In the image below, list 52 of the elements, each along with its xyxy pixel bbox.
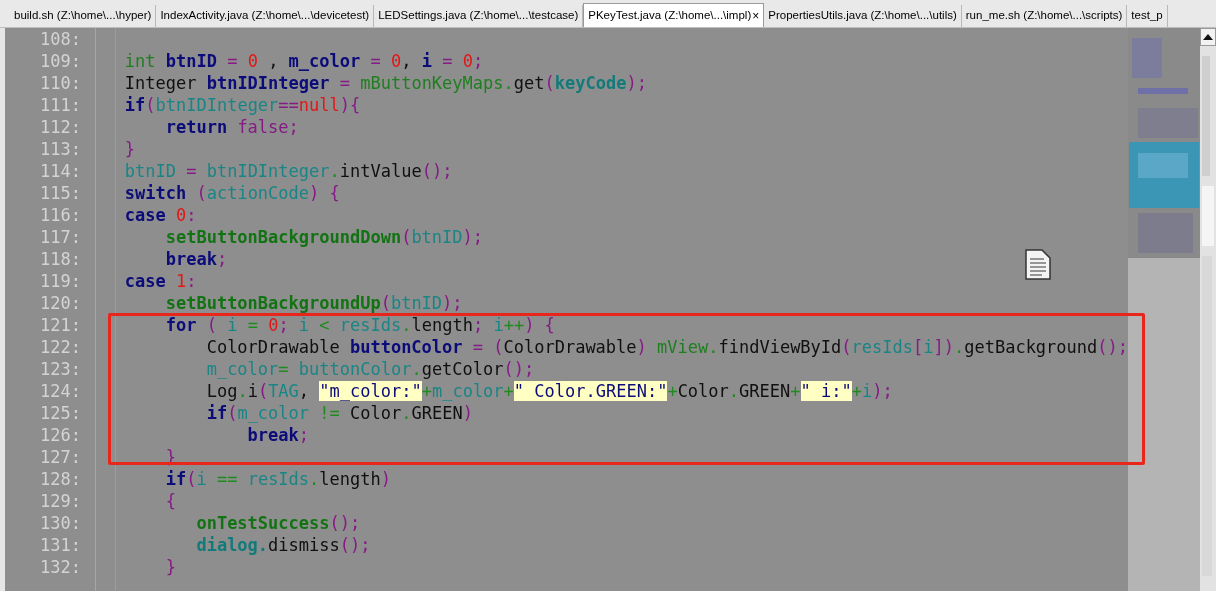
code-line: break; — [164, 249, 228, 269]
code-line: case 0: — [124, 205, 197, 225]
line-number: 119: — [40, 271, 81, 291]
line-number: 126: — [40, 425, 81, 445]
close-tab-icon[interactable]: × — [752, 6, 760, 25]
line-number: 115: — [40, 183, 81, 203]
document-icon[interactable] — [1024, 249, 1052, 280]
line-number: 125: — [40, 403, 81, 423]
code-line: Log.i(TAG, "m_color:"+m_color+" Color.GREEN:"+Color.GREEN+" i:"+i); — [205, 381, 893, 401]
code-line: } — [164, 557, 176, 577]
line-number: 120: — [40, 293, 81, 313]
line-number: 116: — [40, 205, 81, 225]
code-line: btnID = btnIDInteger.intValue(); — [124, 161, 453, 181]
code-line: onTestSuccess(); — [195, 513, 361, 533]
code-line: case 1: — [124, 271, 197, 291]
code-line: switch (actionCode) { — [124, 183, 340, 203]
line-number: 108: — [40, 29, 81, 49]
code-line: { — [164, 491, 176, 511]
code-line: if(btnIDInteger==null){ — [124, 95, 361, 115]
line-number: 131: — [40, 535, 81, 555]
line-number: 128: — [40, 469, 81, 489]
line-number: 117: — [40, 227, 81, 247]
code-line: if(m_color != Color.GREEN) — [205, 403, 473, 423]
code-line: setButtonBackgroundUp(btnID); — [164, 293, 463, 313]
code-line: if(i == resIds.length) — [164, 469, 391, 489]
line-number: 121: — [40, 315, 81, 335]
line-number: 132: — [40, 557, 81, 577]
line-number: 122: — [40, 337, 81, 357]
code-line: } — [124, 139, 136, 159]
code-line: dialog.dismiss(); — [195, 535, 371, 555]
line-number: 109: — [40, 51, 81, 71]
code-line: ColorDrawable buttonColor = (ColorDrawable) mView.findViewById(resIds[i]).getBackground(); — [205, 337, 1128, 357]
code-line: int btnID = 0 , m_color = 0, i = 0; — [124, 51, 484, 71]
line-number: 124: — [40, 381, 81, 401]
code-line: for ( i = 0; i < resIds.length; i++) { — [164, 315, 555, 335]
line-number: 118: — [40, 249, 81, 269]
editor-tab[interactable]: PKeyTest.java (Z:\home\...\impl)× — [583, 3, 765, 27]
scroll-up-icon[interactable] — [1200, 28, 1216, 46]
code-line: return false; — [164, 117, 299, 137]
line-number: 129: — [40, 491, 81, 511]
line-number: 127: — [40, 447, 81, 467]
line-number: 110: — [40, 73, 81, 93]
line-number: 111: — [40, 95, 81, 115]
line-number: 112: — [40, 117, 81, 137]
line-number: 114: — [40, 161, 81, 181]
code-line: m_color= buttonColor.getColor(); — [205, 359, 535, 379]
code-line: break; — [246, 425, 310, 445]
line-number: 123: — [40, 359, 81, 379]
code-line: setButtonBackgroundDown(btnID); — [164, 227, 484, 247]
line-number: 130: — [40, 513, 81, 533]
code-line: Integer btnIDInteger = mButtonKeyMaps.get(keyCode); — [124, 73, 647, 93]
line-number: 113: — [40, 139, 81, 159]
